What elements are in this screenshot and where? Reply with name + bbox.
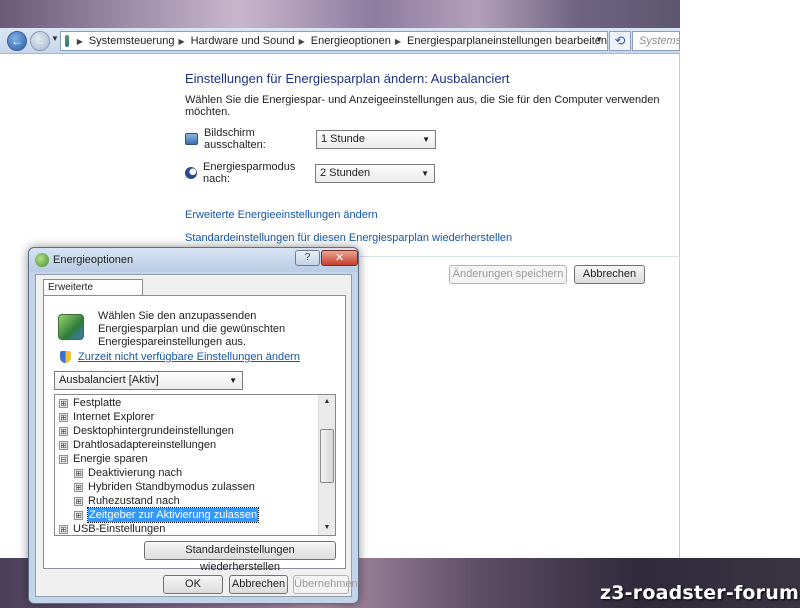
cancel-button[interactable]: Abbrechen	[229, 575, 288, 594]
setting-display-off: Bildschirm ausschalten: 1 Stunde ▼	[185, 127, 436, 151]
unavailable-settings-link[interactable]: Zurzeit nicht verfügbare Einstellungen ä…	[78, 351, 300, 363]
breadcrumb-item[interactable]: Energieoptionen	[311, 35, 391, 47]
dialog-title: Energieoptionen	[53, 254, 134, 266]
breadcrumb-item[interactable]: Hardware und Sound	[191, 35, 295, 47]
chevron-right-icon[interactable]: ▶	[178, 37, 184, 46]
page-subtitle: Wählen Sie die Energiespar- und Anzeigee…	[185, 94, 660, 118]
expand-icon[interactable]: ⊞	[59, 398, 68, 408]
scroll-up-icon[interactable]: ▲	[319, 395, 335, 409]
power-options-icon	[35, 253, 49, 267]
power-plan-select[interactable]: Ausbalanciert [Aktiv] ▼	[54, 371, 243, 390]
chevron-down-icon: ▼	[422, 134, 430, 144]
recent-pages-icon[interactable]: ▼	[51, 34, 59, 43]
chevron-down-icon: ▼	[229, 376, 237, 385]
chevron-right-icon[interactable]: ▶	[299, 37, 305, 46]
tree-item-label: Deaktivierung nach	[88, 467, 183, 479]
expand-icon[interactable]: ⊞	[59, 524, 68, 534]
expand-icon[interactable]: ⊞	[74, 510, 83, 520]
chevron-right-icon[interactable]: ▶	[395, 37, 401, 46]
power-plan-icon	[58, 314, 84, 340]
search-input[interactable]: Systemst	[632, 31, 680, 51]
select-value: 2 Stunden	[320, 166, 371, 179]
tree-item-label: Ruhezustand nach	[88, 495, 180, 507]
restore-defaults-button[interactable]: Standardeinstellungen wiederherstellen	[144, 541, 336, 573]
scroll-down-icon[interactable]: ▼	[319, 521, 335, 535]
cancel-button[interactable]: Abbrechen	[574, 265, 645, 284]
control-panel-icon	[65, 35, 69, 47]
sleep-select[interactable]: 2 Stunden ▼	[315, 163, 435, 183]
tab-panel: Wählen Sie den anzupassenden Energiespar…	[43, 295, 346, 573]
chevron-right-icon[interactable]: ▶	[77, 37, 83, 46]
tree-item-label: Zeitgeber zur Aktivierung zulassen	[86, 507, 260, 523]
power-options-dialog: Energieoptionen ? ✕ Erweiterte Einstellu…	[28, 247, 359, 604]
settings-tree[interactable]: ⊞ Festplatte ⊞ Internet Explorer ⊞ Deskt…	[54, 394, 336, 536]
restore-defaults-link[interactable]: Standardeinstellungen für diesen Energie…	[185, 232, 512, 244]
tree-item[interactable]: ⊞ Ruhezustand nach	[74, 494, 180, 508]
help-icon[interactable]: ?	[295, 250, 320, 266]
breadcrumb[interactable]: ▶ Systemsteuerung ▶ Hardware und Sound ▶…	[60, 31, 608, 51]
tree-item-label: Desktophintergrundeinstellungen	[73, 425, 234, 437]
monitor-icon	[185, 133, 198, 145]
select-value: 1 Stunde	[321, 132, 366, 145]
tree-item[interactable]: ⊞ Internet Explorer	[59, 410, 154, 424]
chevron-down-icon: ▼	[421, 168, 429, 178]
close-icon[interactable]: ✕	[321, 250, 358, 266]
back-button[interactable]: ←	[7, 31, 27, 51]
expand-icon[interactable]: ⊞	[59, 426, 68, 436]
breadcrumb-item[interactable]: Systemsteuerung	[89, 35, 175, 47]
forward-button[interactable]: →	[30, 31, 50, 51]
display-off-select[interactable]: 1 Stunde ▼	[316, 129, 436, 149]
setting-sleep: Energiesparmodus nach: 2 Stunden ▼	[185, 161, 435, 185]
tree-item-label: Drahtlosadaptereinstellungen	[73, 439, 217, 451]
expand-icon[interactable]: ⊞	[74, 482, 83, 492]
tree-item-label: Festplatte	[73, 397, 122, 409]
dialog-titlebar[interactable]: Energieoptionen ? ✕	[29, 248, 358, 272]
tree-item[interactable]: ⊞ Deaktivierung nach	[74, 466, 182, 480]
tree-scrollbar[interactable]: ▲ ▼	[318, 395, 335, 535]
refresh-button[interactable]: ⟲	[609, 31, 631, 51]
watermark: z3-roadster-forum.de	[600, 582, 800, 604]
breadcrumb-item[interactable]: Energiesparplaneinstellungen bearbeiten	[407, 35, 607, 47]
tree-item-label: Energie sparen	[73, 453, 148, 465]
tree-item[interactable]: ⊞ Drahtlosadaptereinstellungen	[59, 438, 216, 452]
tab-advanced-settings[interactable]: Erweiterte Einstellungen	[43, 279, 143, 309]
tree-item-selected[interactable]: ⊞ Zeitgeber zur Aktivierung zulassen	[74, 507, 260, 523]
select-value: Ausbalanciert [Aktiv]	[59, 374, 159, 386]
divider	[360, 256, 680, 257]
save-changes-button[interactable]: Änderungen speichern	[449, 265, 567, 284]
tree-item-label: Internet Explorer	[73, 411, 155, 423]
expand-icon[interactable]: ⊞	[74, 468, 83, 478]
expand-icon[interactable]: ⊞	[74, 496, 83, 506]
tree-item[interactable]: ⊞ Desktophintergrundeinstellungen	[59, 424, 234, 438]
tree-item[interactable]: ⊟ Energie sparen	[59, 452, 148, 466]
dialog-description: Wählen Sie den anzupassenden Energiespar…	[98, 310, 286, 348]
address-bar: ← → ▼ ▶ Systemsteuerung ▶ Hardware und S…	[0, 28, 680, 54]
tree-item[interactable]: ⊞ Festplatte	[59, 396, 121, 410]
tree-item-label: Hybriden Standbymodus zulassen	[88, 481, 255, 493]
moon-icon	[185, 167, 197, 179]
collapse-icon[interactable]: ⊟	[59, 454, 68, 464]
desktop-wallpaper-top	[0, 0, 680, 28]
ok-button[interactable]: OK	[163, 575, 223, 594]
dialog-body: Erweiterte Einstellungen Wählen Sie den …	[35, 274, 358, 597]
tree-item[interactable]: ⊞ USB-Einstellungen	[59, 522, 166, 535]
tree-item-label: USB-Einstellungen	[73, 523, 166, 535]
page-title: Einstellungen für Energiesparplan ändern…	[185, 71, 510, 86]
expand-icon[interactable]: ⊞	[59, 412, 68, 422]
scroll-thumb[interactable]	[320, 429, 334, 483]
tree-item[interactable]: ⊞ Hybriden Standbymodus zulassen	[74, 480, 255, 494]
shield-icon	[60, 351, 71, 363]
advanced-settings-link[interactable]: Erweiterte Energieeinstellungen ändern	[185, 209, 378, 221]
expand-icon[interactable]: ⊞	[59, 440, 68, 450]
chevron-down-icon[interactable]: ▼	[595, 35, 603, 44]
setting-label: Energiesparmodus nach:	[203, 161, 296, 185]
apply-button[interactable]: Übernehmen	[293, 575, 358, 594]
setting-label: Bildschirm ausschalten:	[204, 127, 266, 151]
